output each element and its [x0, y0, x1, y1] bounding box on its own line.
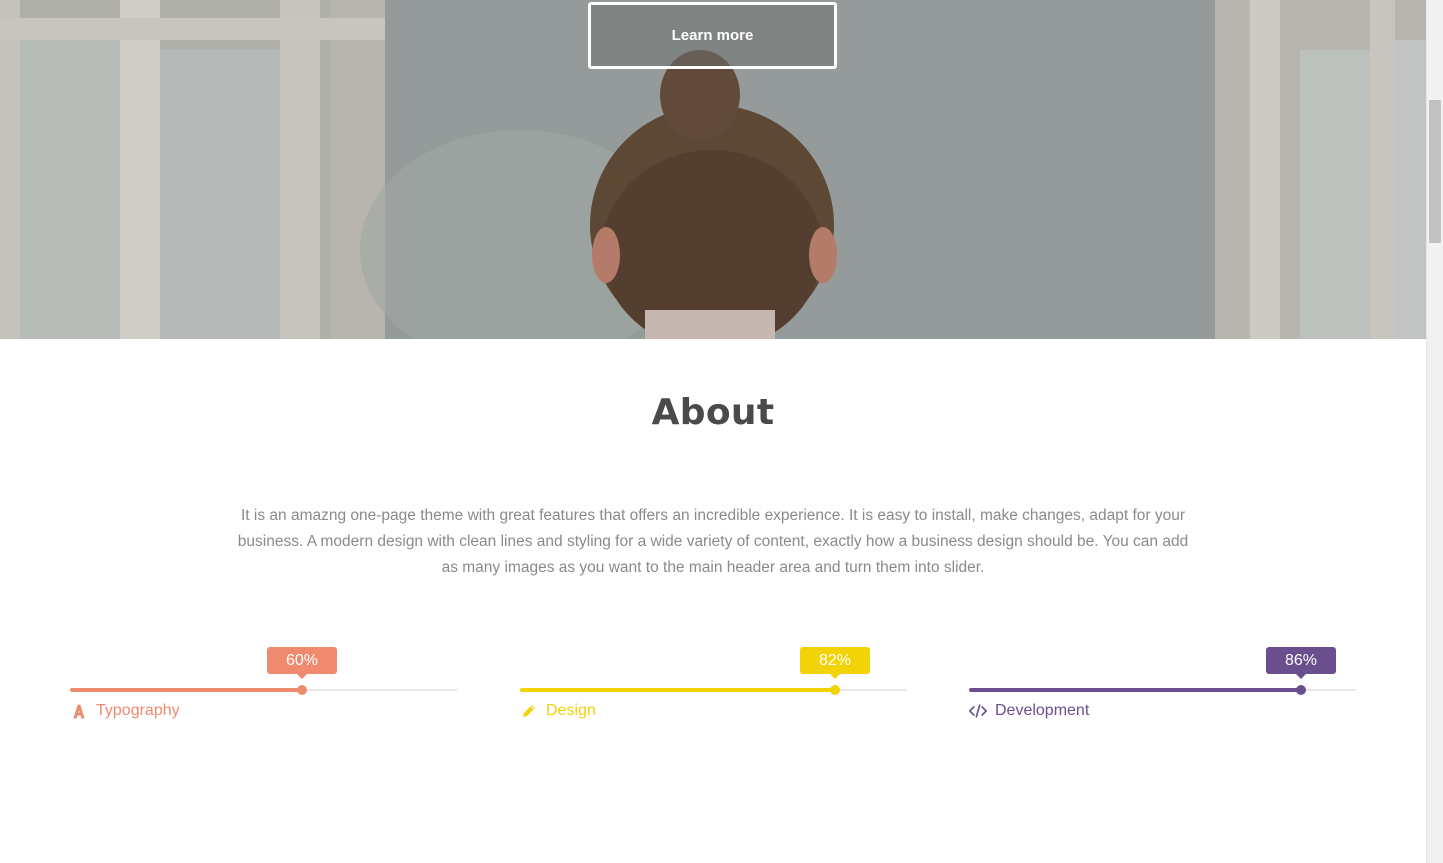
hero-section: Learn more	[0, 0, 1426, 339]
skill-bar-design: 82% Design	[520, 640, 907, 730]
pencil-icon	[520, 702, 538, 720]
skill-fill	[70, 688, 302, 692]
skill-label: Typography	[70, 702, 180, 720]
skill-label-text: Development	[995, 702, 1090, 719]
font-icon	[70, 702, 88, 720]
about-description: It is an amazng one-page theme with grea…	[237, 507, 1189, 576]
skill-percent-badge: 60%	[267, 647, 337, 679]
skill-bar-typography: 60% Typography	[70, 640, 457, 730]
skill-fill	[520, 688, 835, 692]
skill-percent-badge: 86%	[1266, 647, 1336, 679]
skill-label: Design	[520, 702, 596, 720]
skill-knob	[297, 685, 307, 695]
skill-knob	[1296, 685, 1306, 695]
skill-knob	[830, 685, 840, 695]
about-title: About	[651, 392, 775, 433]
skill-percent-badge: 82%	[800, 647, 870, 679]
page: Learn more About It is an amazng one-pag…	[0, 0, 1426, 863]
skill-label-text: Typography	[96, 702, 180, 719]
skill-label-text: Design	[546, 702, 596, 719]
scrollbar-thumb[interactable]	[1429, 100, 1441, 243]
page-scrollbar[interactable]	[1426, 0, 1443, 863]
skill-label: Development	[969, 702, 1089, 720]
learn-more-button[interactable]: Learn more	[588, 2, 837, 69]
skill-fill	[969, 688, 1301, 692]
skill-bar-development: 86% Development	[969, 640, 1356, 730]
code-icon	[969, 702, 987, 720]
